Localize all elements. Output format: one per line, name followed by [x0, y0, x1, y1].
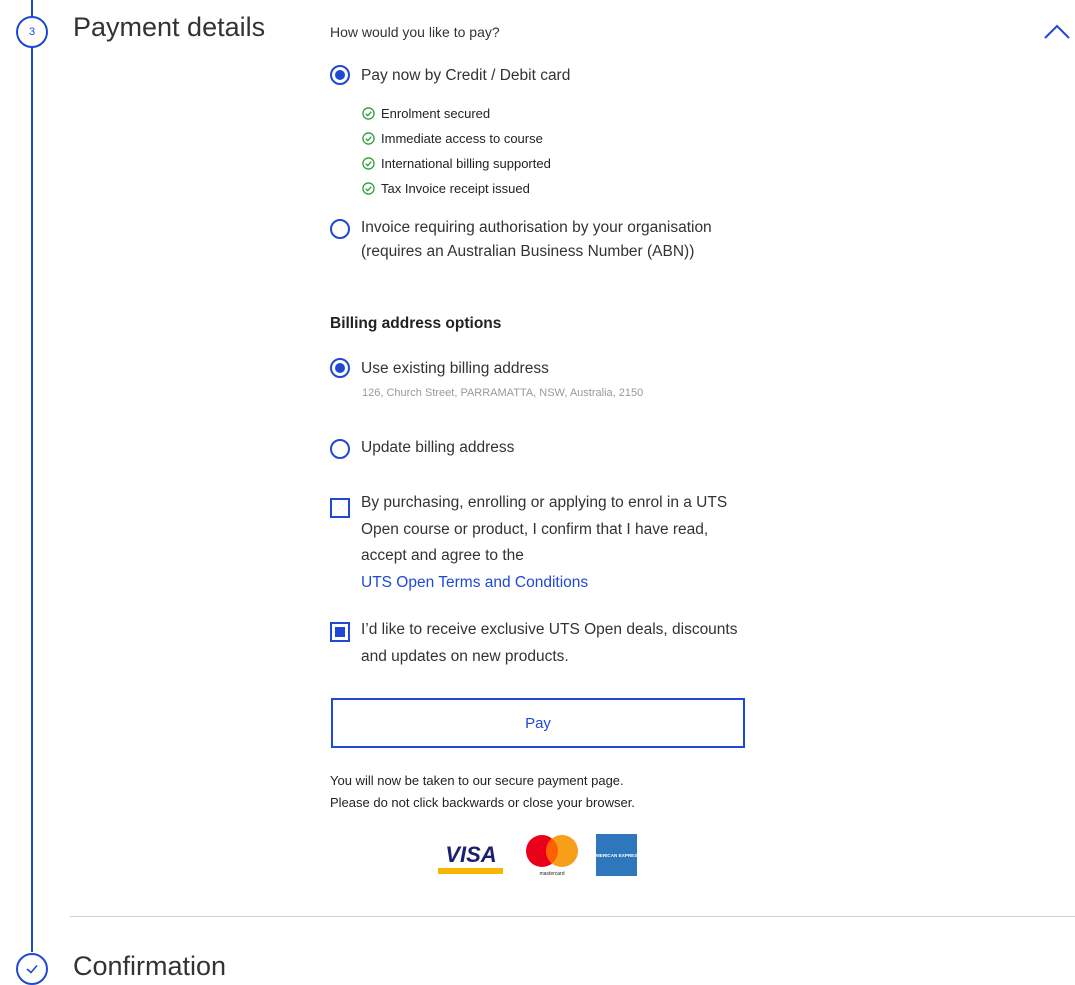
terms-label: By purchasing, enrolling or applying to …	[361, 490, 748, 596]
check-circle-icon	[362, 107, 375, 120]
amex-logo-text: AMERICAN EXPRESS	[593, 853, 641, 858]
pay-card-option[interactable]: Pay now by Credit / Debit card	[330, 64, 570, 88]
card-logos: VISA mastercard AMERICAN EXPRESS	[438, 834, 641, 877]
billing-existing-label[interactable]: Use existing billing address	[361, 357, 549, 381]
billing-existing-radio[interactable]	[330, 358, 350, 378]
section-divider	[70, 916, 1075, 917]
check-circle-icon	[362, 182, 375, 195]
visa-logo: VISA	[438, 842, 503, 874]
terms-checkbox[interactable]	[330, 498, 350, 518]
marketing-checkbox[interactable]	[330, 622, 350, 642]
check-icon	[16, 953, 48, 985]
payment-question: How would you like to pay?	[330, 24, 500, 40]
marketing-checkbox-row[interactable]: I’d like to receive exclusive UTS Open d…	[330, 617, 748, 670]
check-circle-icon	[362, 132, 375, 145]
list-item: Immediate access to course	[362, 126, 551, 151]
progress-line	[31, 0, 33, 952]
benefit-text: Tax Invoice receipt issued	[381, 181, 530, 196]
notice-line: Please do not click backwards or close y…	[330, 795, 635, 810]
marketing-label: I’d like to receive exclusive UTS Open d…	[361, 621, 738, 665]
pay-button[interactable]: Pay	[331, 698, 745, 748]
benefit-text: Enrolment secured	[381, 106, 491, 121]
visa-logo-text: VISA	[445, 842, 496, 867]
benefits-list: Enrolment secured Immediate access to co…	[362, 101, 551, 201]
confirmation-title: Confirmation	[73, 951, 227, 981]
pay-invoice-radio[interactable]	[330, 219, 350, 239]
pay-card-label[interactable]: Pay now by Credit / Debit card	[361, 64, 570, 88]
billing-update-radio[interactable]	[330, 439, 350, 459]
list-item: International billing supported	[362, 151, 551, 176]
pay-card-radio[interactable]	[330, 65, 350, 85]
benefit-text: Immediate access to course	[381, 131, 543, 146]
section-title: Payment details	[73, 12, 266, 42]
payment-notice: You will now be taken to our secure paym…	[330, 770, 635, 814]
terms-link[interactable]: UTS Open Terms and Conditions	[361, 574, 588, 591]
billing-heading: Billing address options	[330, 315, 502, 332]
benefit-text: International billing supported	[381, 156, 551, 171]
mastercard-logo: mastercard	[526, 835, 578, 877]
list-item: Enrolment secured	[362, 101, 551, 126]
pay-invoice-option[interactable]: Invoice requiring authorisation by your …	[330, 216, 740, 264]
step-number: 3	[28, 26, 36, 38]
pay-invoice-label[interactable]: Invoice requiring authorisation by your …	[361, 216, 740, 264]
billing-address: 126, Church Street, PARRAMATTA, NSW, Aus…	[362, 387, 644, 399]
billing-update-option[interactable]: Update billing address	[330, 436, 514, 460]
list-item: Tax Invoice receipt issued	[362, 176, 551, 201]
billing-existing-option[interactable]: Use existing billing address	[330, 357, 549, 381]
check-circle-icon	[362, 157, 375, 170]
mastercard-logo-text: mastercard	[539, 871, 564, 877]
billing-update-label[interactable]: Update billing address	[361, 436, 514, 460]
chevron-up-icon[interactable]	[1042, 22, 1072, 42]
step-number-icon: 3	[16, 16, 48, 48]
terms-checkbox-row[interactable]: By purchasing, enrolling or applying to …	[330, 490, 748, 596]
notice-line: You will now be taken to our secure paym…	[330, 773, 624, 788]
terms-text: By purchasing, enrolling or applying to …	[361, 494, 728, 564]
amex-logo: AMERICAN EXPRESS	[593, 834, 641, 876]
